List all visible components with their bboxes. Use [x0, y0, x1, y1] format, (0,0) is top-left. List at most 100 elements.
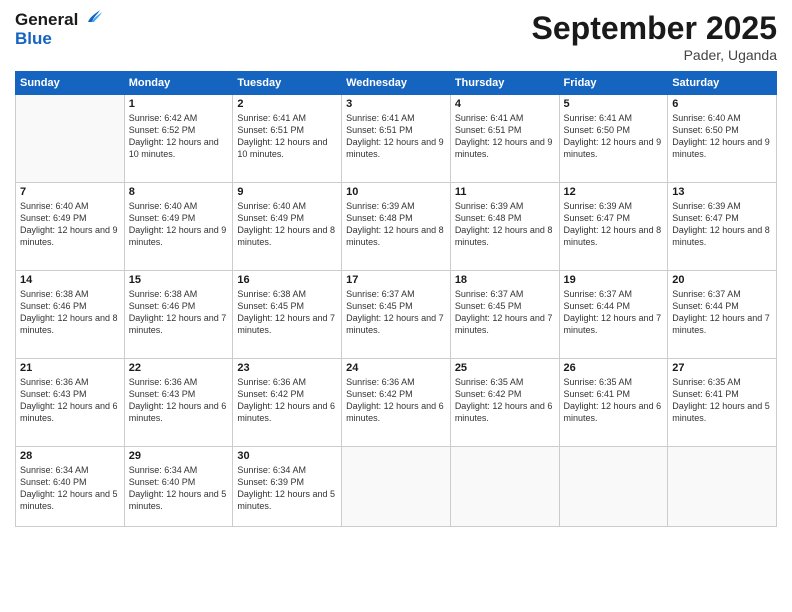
month-title: September 2025 [532, 10, 777, 47]
day-number: 7 [20, 186, 120, 198]
day-number: 24 [346, 362, 446, 374]
day-number: 18 [455, 274, 555, 286]
day-info: Sunrise: 6:42 AM Sunset: 6:52 PM Dayligh… [129, 112, 229, 161]
day-number: 21 [20, 362, 120, 374]
table-row: 9 Sunrise: 6:40 AM Sunset: 6:49 PM Daylig… [233, 183, 342, 271]
day-number: 27 [672, 362, 772, 374]
calendar-header-row: Sunday Monday Tuesday Wednesday Thursday… [16, 72, 777, 95]
logo-general: General [15, 11, 78, 30]
table-row: 24 Sunrise: 6:36 AM Sunset: 6:42 PM Dayli… [342, 359, 451, 447]
day-number: 9 [237, 186, 337, 198]
day-number: 8 [129, 186, 229, 198]
table-row [16, 95, 125, 183]
day-number: 20 [672, 274, 772, 286]
day-number: 1 [129, 98, 229, 110]
table-row: 14 Sunrise: 6:38 AM Sunset: 6:46 PM Dayli… [16, 271, 125, 359]
day-info: Sunrise: 6:40 AM Sunset: 6:49 PM Dayligh… [237, 200, 337, 249]
day-number: 15 [129, 274, 229, 286]
day-info: Sunrise: 6:35 AM Sunset: 6:41 PM Dayligh… [672, 376, 772, 425]
table-row [668, 447, 777, 527]
day-info: Sunrise: 6:36 AM Sunset: 6:43 PM Dayligh… [129, 376, 229, 425]
day-number: 16 [237, 274, 337, 286]
day-info: Sunrise: 6:40 AM Sunset: 6:49 PM Dayligh… [129, 200, 229, 249]
day-info: Sunrise: 6:35 AM Sunset: 6:42 PM Dayligh… [455, 376, 555, 425]
table-row: 18 Sunrise: 6:37 AM Sunset: 6:45 PM Dayli… [450, 271, 559, 359]
table-row: 3 Sunrise: 6:41 AM Sunset: 6:51 PM Daylig… [342, 95, 451, 183]
table-row: 7 Sunrise: 6:40 AM Sunset: 6:49 PM Daylig… [16, 183, 125, 271]
table-row: 26 Sunrise: 6:35 AM Sunset: 6:41 PM Dayli… [559, 359, 668, 447]
table-row: 17 Sunrise: 6:37 AM Sunset: 6:45 PM Dayli… [342, 271, 451, 359]
day-info: Sunrise: 6:39 AM Sunset: 6:48 PM Dayligh… [455, 200, 555, 249]
table-row: 15 Sunrise: 6:38 AM Sunset: 6:46 PM Dayli… [124, 271, 233, 359]
table-row: 10Sunrise: 6:39 AM Sunset: 6:48 PM Dayli… [342, 183, 451, 271]
day-number: 12 [564, 186, 664, 198]
day-info: Sunrise: 6:39 AM Sunset: 6:47 PM Dayligh… [564, 200, 664, 249]
day-number: 25 [455, 362, 555, 374]
day-info: Sunrise: 6:34 AM Sunset: 6:40 PM Dayligh… [20, 464, 120, 513]
day-number: 26 [564, 362, 664, 374]
col-thursday: Thursday [450, 72, 559, 95]
table-row [450, 447, 559, 527]
logo-blue: Blue [15, 30, 102, 49]
day-info: Sunrise: 6:40 AM Sunset: 6:49 PM Dayligh… [20, 200, 120, 249]
day-number: 22 [129, 362, 229, 374]
col-monday: Monday [124, 72, 233, 95]
table-row: 16 Sunrise: 6:38 AM Sunset: 6:45 PM Dayli… [233, 271, 342, 359]
logo-bird-icon [80, 8, 102, 30]
day-info: Sunrise: 6:36 AM Sunset: 6:43 PM Dayligh… [20, 376, 120, 425]
col-wednesday: Wednesday [342, 72, 451, 95]
table-row: 2Sunrise: 6:41 AM Sunset: 6:51 PM Daylig… [233, 95, 342, 183]
day-info: Sunrise: 6:38 AM Sunset: 6:46 PM Dayligh… [20, 288, 120, 337]
day-number: 30 [237, 450, 337, 462]
col-friday: Friday [559, 72, 668, 95]
day-info: Sunrise: 6:37 AM Sunset: 6:45 PM Dayligh… [346, 288, 446, 337]
day-info: Sunrise: 6:37 AM Sunset: 6:45 PM Dayligh… [455, 288, 555, 337]
page: General Blue September 2025 Pader, Ugand… [0, 0, 792, 612]
day-info: Sunrise: 6:38 AM Sunset: 6:46 PM Dayligh… [129, 288, 229, 337]
table-row: 4 Sunrise: 6:41 AM Sunset: 6:51 PM Daylig… [450, 95, 559, 183]
table-row [559, 447, 668, 527]
table-row: 29 Sunrise: 6:34 AM Sunset: 6:40 PM Dayli… [124, 447, 233, 527]
table-row: 1 Sunrise: 6:42 AM Sunset: 6:52 PM Daylig… [124, 95, 233, 183]
table-row: 8 Sunrise: 6:40 AM Sunset: 6:49 PM Daylig… [124, 183, 233, 271]
day-info: Sunrise: 6:36 AM Sunset: 6:42 PM Dayligh… [237, 376, 337, 425]
day-info: Sunrise: 6:37 AM Sunset: 6:44 PM Dayligh… [672, 288, 772, 337]
day-info: Sunrise: 6:36 AM Sunset: 6:42 PM Dayligh… [346, 376, 446, 425]
header: General Blue September 2025 Pader, Ugand… [15, 10, 777, 63]
day-number: 11 [455, 186, 555, 198]
day-number: 13 [672, 186, 772, 198]
day-number: 14 [20, 274, 120, 286]
table-row: 21 Sunrise: 6:36 AM Sunset: 6:43 PM Dayli… [16, 359, 125, 447]
day-number: 17 [346, 274, 446, 286]
day-number: 29 [129, 450, 229, 462]
day-info: Sunrise: 6:39 AM Sunset: 6:47 PM Dayligh… [672, 200, 772, 249]
table-row: 23 Sunrise: 6:36 AM Sunset: 6:42 PM Dayli… [233, 359, 342, 447]
day-info: Sunrise: 6:38 AM Sunset: 6:45 PM Dayligh… [237, 288, 337, 337]
title-area: September 2025 Pader, Uganda [532, 10, 777, 63]
table-row: 12 Sunrise: 6:39 AM Sunset: 6:47 PM Dayli… [559, 183, 668, 271]
day-info: Sunrise: 6:37 AM Sunset: 6:44 PM Dayligh… [564, 288, 664, 337]
table-row: 20 Sunrise: 6:37 AM Sunset: 6:44 PM Dayli… [668, 271, 777, 359]
day-info: Sunrise: 6:41 AM Sunset: 6:51 PM Dayligh… [455, 112, 555, 161]
day-number: 4 [455, 98, 555, 110]
day-info: Sunrise: 6:34 AM Sunset: 6:40 PM Dayligh… [129, 464, 229, 513]
table-row: 27 Sunrise: 6:35 AM Sunset: 6:41 PM Dayli… [668, 359, 777, 447]
col-saturday: Saturday [668, 72, 777, 95]
day-number: 19 [564, 274, 664, 286]
day-info: Sunrise: 6:41 AM Sunset: 6:51 PM Dayligh… [346, 112, 446, 161]
day-number: 23 [237, 362, 337, 374]
calendar-table: Sunday Monday Tuesday Wednesday Thursday… [15, 71, 777, 527]
day-info: Sunrise: 6:39 AM Sunset: 6:48 PM Dayligh… [346, 200, 446, 249]
day-number: 5 [564, 98, 664, 110]
table-row: 5 Sunrise: 6:41 AM Sunset: 6:50 PM Daylig… [559, 95, 668, 183]
day-info: Sunrise: 6:41 AM Sunset: 6:50 PM Dayligh… [564, 112, 664, 161]
table-row: 6Sunrise: 6:40 AM Sunset: 6:50 PM Daylig… [668, 95, 777, 183]
day-number: 3 [346, 98, 446, 110]
day-info: Sunrise: 6:35 AM Sunset: 6:41 PM Dayligh… [564, 376, 664, 425]
table-row: 25 Sunrise: 6:35 AM Sunset: 6:42 PM Dayli… [450, 359, 559, 447]
day-number: 6 [672, 98, 772, 110]
col-sunday: Sunday [16, 72, 125, 95]
day-number: 2 [237, 98, 337, 110]
table-row: 30 Sunrise: 6:34 AM Sunset: 6:39 PM Dayli… [233, 447, 342, 527]
day-info: Sunrise: 6:34 AM Sunset: 6:39 PM Dayligh… [237, 464, 337, 513]
